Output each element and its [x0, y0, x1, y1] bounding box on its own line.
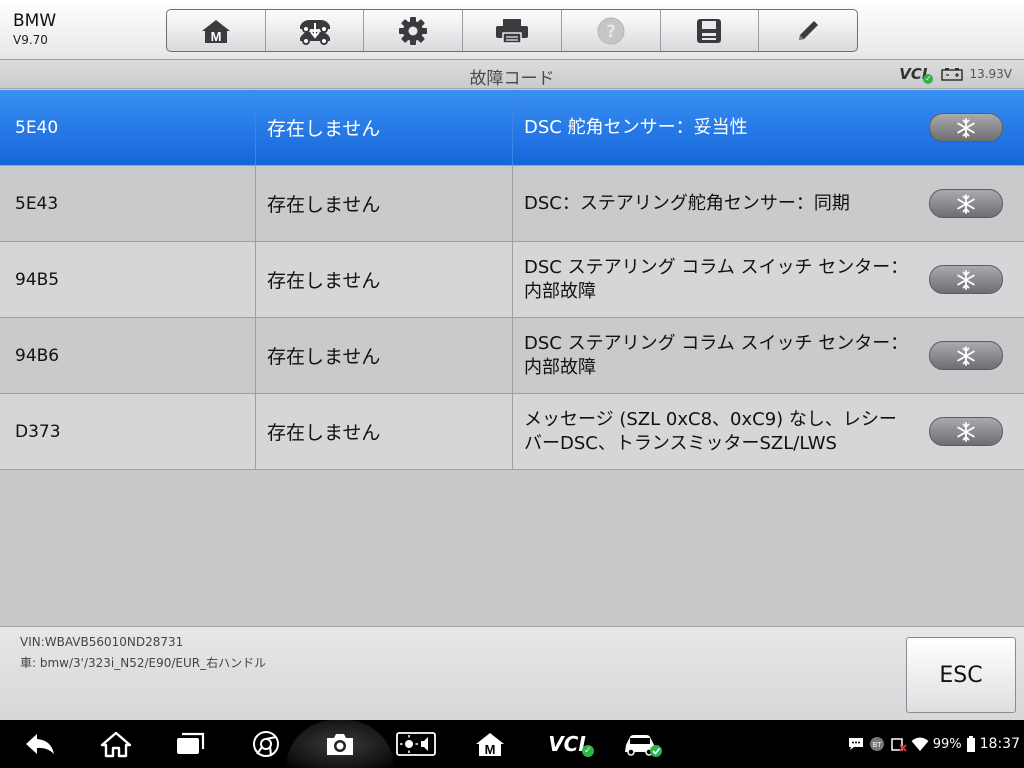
table-row[interactable]: D373 存在しません メッセージ (SZL 0xC8、0xC9) なし、レシー…	[0, 394, 1024, 470]
screenshot-button[interactable]	[320, 720, 360, 768]
fault-code: 94B5	[0, 242, 256, 317]
settings-button[interactable]	[364, 10, 464, 51]
table-row[interactable]: 94B5 存在しません DSC ステアリング コラム スイッチ センター：内部故…	[0, 242, 1024, 318]
edit-button[interactable]	[759, 10, 857, 51]
battery-voltage: 13.93V	[941, 67, 1012, 81]
freeze-frame-button[interactable]	[929, 265, 1003, 294]
system-status-area: BT 99% 18:37	[847, 720, 1020, 768]
clock: 18:37	[979, 736, 1020, 752]
svg-text:BT: BT	[872, 741, 882, 749]
battery-percent: 99%	[932, 736, 962, 752]
table-row[interactable]: 5E40 存在しません DSC 舵角センサー：妥当性	[0, 90, 1024, 166]
page-title: 故障コード	[469, 69, 555, 89]
snowflake-icon	[957, 345, 975, 366]
vehicle-status-button[interactable]	[620, 720, 664, 768]
fault-status: 存在しません	[256, 394, 513, 469]
back-button[interactable]	[20, 720, 60, 768]
brand-block: BMW V9.70	[13, 11, 56, 48]
esc-button[interactable]: ESC	[906, 637, 1016, 713]
vci-status: VCI ✓ 13.93V	[899, 65, 1012, 84]
help-button[interactable]: ?	[562, 10, 661, 51]
help-icon: ?	[597, 17, 625, 44]
brightness-volume-icon	[396, 732, 436, 756]
freeze-frame-button[interactable]	[929, 189, 1003, 218]
freeze-frame-button[interactable]	[929, 113, 1003, 142]
message-icon	[848, 738, 863, 750]
vin-text: VIN:WBAVB56010ND28731	[20, 635, 184, 649]
battery-icon	[966, 736, 975, 752]
chrome-icon	[253, 731, 279, 757]
vci-manager-button[interactable]: VCI ✓	[542, 720, 594, 768]
svg-text:M: M	[485, 742, 496, 757]
fault-status: 存在しません	[256, 166, 513, 241]
camera-icon	[327, 734, 353, 755]
autel-home-button[interactable]: M	[470, 720, 510, 768]
fault-code-table: 5E40 存在しません DSC 舵角センサー：妥当性 5E43 存在しません D…	[0, 90, 1024, 470]
bluetooth-tag-icon: BT	[869, 737, 884, 751]
print-button[interactable]	[463, 10, 562, 51]
save-icon	[697, 18, 722, 43]
android-home-button[interactable]	[96, 720, 136, 768]
freeze-frame-button[interactable]	[929, 341, 1003, 370]
nav-vci-label: VCI	[548, 732, 586, 756]
snowflake-icon	[957, 269, 975, 290]
connected-check-icon: ✓	[923, 74, 934, 84]
top-bar: BMW V9.70 M ?	[0, 0, 1024, 60]
pencil-icon	[799, 20, 819, 40]
home-icon	[100, 731, 132, 758]
car-check-icon	[625, 735, 662, 757]
svg-text:M: M	[210, 29, 221, 44]
title-strip: 故障コード VCI ✓ 13.93V	[0, 60, 1024, 89]
gear-icon	[399, 16, 428, 45]
fault-status: 存在しません	[256, 318, 513, 393]
home-m-icon: M	[201, 19, 230, 44]
save-button[interactable]	[661, 10, 760, 51]
fault-code: D373	[0, 394, 256, 469]
main-toolbar: M ?	[166, 9, 858, 52]
vehicle-swap-icon	[299, 19, 330, 45]
connected-check-icon: ✓	[581, 745, 594, 757]
app-version: V9.70	[13, 33, 48, 47]
brightness-volume-button[interactable]	[394, 720, 438, 768]
voltage-value: 13.93V	[969, 67, 1012, 81]
sim-error-icon	[890, 738, 907, 752]
home-m-icon: M	[476, 733, 504, 757]
fault-code: 94B6	[0, 318, 256, 393]
svg-text:?: ?	[606, 22, 616, 42]
vehicle-swap-button[interactable]	[266, 10, 365, 51]
vehicle-info-bar: VIN:WBAVB56010ND28731 車: bmw/3'/323i_N52…	[0, 626, 1024, 720]
chrome-button[interactable]	[246, 720, 286, 768]
recent-apps-icon	[177, 732, 205, 754]
fault-status: 存在しません	[256, 242, 513, 317]
snowflake-icon	[957, 117, 975, 138]
fault-code: 5E40	[0, 90, 256, 165]
recent-apps-button[interactable]	[170, 720, 210, 768]
fault-code: 5E43	[0, 166, 256, 241]
table-row[interactable]: 94B6 存在しません DSC ステアリング コラム スイッチ センター：内部故…	[0, 318, 1024, 394]
freeze-frame-button[interactable]	[929, 417, 1003, 446]
wifi-icon	[911, 737, 929, 751]
brand-name: BMW	[13, 11, 57, 31]
vci-connection-icon: VCI ✓	[899, 65, 934, 84]
home-button[interactable]: M	[167, 10, 266, 51]
printer-icon	[496, 18, 529, 44]
fault-status: 存在しません	[256, 90, 513, 165]
vci-status-icon: VCI ✓	[548, 732, 594, 757]
vehicle-path-text: 車: bmw/3'/323i_N52/E90/EUR_右ハンドル	[20, 656, 267, 670]
snowflake-icon	[957, 421, 975, 442]
snowflake-icon	[957, 193, 975, 214]
car-battery-icon	[941, 68, 964, 81]
back-arrow-icon	[26, 734, 54, 754]
table-row[interactable]: 5E43 存在しません DSC：ステアリング舵角センサー：同期	[0, 166, 1024, 242]
